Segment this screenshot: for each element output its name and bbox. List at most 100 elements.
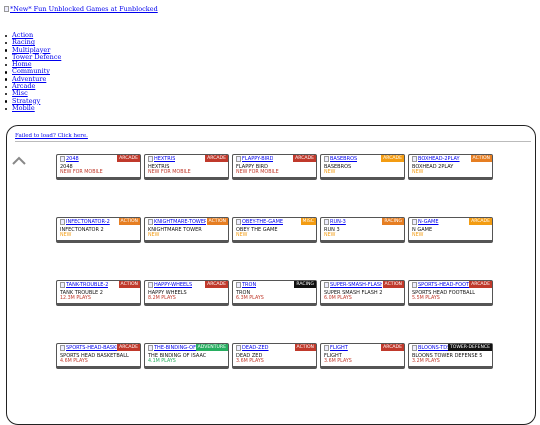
card-bottom-bar [145, 240, 228, 242]
category-badge[interactable]: ARCADE [205, 281, 228, 288]
game-plays: 5.5M PLAYS [412, 296, 440, 301]
game-plays: 12.3M PLAYS [60, 296, 91, 301]
broken-image-icon [324, 345, 329, 351]
card-bottom-bar [57, 240, 140, 242]
game-plays: 3.2M PLAYS [412, 359, 440, 364]
site-logo-alt: *New* Fun Unblocked Games at Funblocked [10, 5, 158, 13]
category-badge[interactable]: ACTION [294, 344, 316, 351]
thumbnail-alt-text: INFECTONATOR-2 [66, 219, 110, 225]
game-plays: NEW [60, 233, 72, 238]
game-card[interactable]: BOXHEAD-2PLAY ACTION BOXHEAD 2PLAY NEW [408, 154, 493, 180]
card-bottom-bar [409, 366, 492, 368]
thumbnail-alt-text: FLIGHT [330, 345, 348, 351]
game-plays: 4.6M PLAYS [60, 359, 88, 364]
category-badge[interactable]: ACTION [382, 281, 404, 288]
category-badge[interactable]: ARCADE [381, 155, 404, 162]
category-badge[interactable]: ACTION [470, 155, 492, 162]
card-bottom-bar [233, 366, 316, 368]
card-bottom-bar [321, 177, 404, 179]
broken-image-icon [148, 219, 153, 225]
card-bottom-bar [57, 303, 140, 305]
game-plays: NEW [324, 170, 336, 175]
game-card[interactable]: RUN-3 RACING RUN 3 NEW [320, 217, 405, 243]
game-card[interactable]: DEAD-ZED ACTION DEAD ZED 3.6M PLAYS [232, 343, 317, 369]
broken-image-icon [412, 345, 417, 351]
game-plays: NEW FOR MOBILE [148, 170, 191, 175]
card-bottom-bar [409, 303, 492, 305]
broken-image-icon [324, 156, 329, 162]
chevron-up-icon[interactable] [11, 156, 27, 166]
category-nav: Action Racing Multiplayer Tower Defence … [4, 31, 61, 112]
game-card[interactable]: N-GAME ARCADE N GAME NEW [408, 217, 493, 243]
category-badge[interactable]: ACTION [118, 218, 140, 225]
game-plays: NEW FOR MOBILE [60, 170, 103, 175]
broken-image-icon [412, 282, 417, 288]
thumbnail-alt-text: HAPPY-WHEELS [154, 282, 193, 288]
category-badge[interactable]: ARCADE [469, 218, 492, 225]
category-badge[interactable]: RACING [382, 218, 404, 225]
broken-image-icon [60, 156, 65, 162]
category-badge[interactable]: ADVENTURE [195, 344, 228, 351]
game-card[interactable]: KNIGHTMARE-TOWER ACTION KNIGHTMARE TOWER NE… [144, 217, 229, 243]
category-badge[interactable]: ACTION [118, 281, 140, 288]
broken-image-icon [60, 219, 65, 225]
game-card[interactable]: FLIGHT ARCADE FLIGHT 3.6M PLAYS [320, 343, 405, 369]
failed-to-load-notice: Failed to load? Click here. [15, 133, 88, 139]
game-card[interactable]: FLAPPY-BIRD ARCADE FLAPPY BIRD NEW FOR MOBI… [232, 154, 317, 180]
category-badge[interactable]: ARCADE [469, 281, 492, 288]
card-bottom-bar [321, 303, 404, 305]
card-bottom-bar [145, 177, 228, 179]
game-plays: 8.2M PLAYS [148, 296, 176, 301]
game-plays: NEW [412, 170, 424, 175]
thumbnail-alt-text: BLOONS-TD5 [418, 345, 451, 351]
broken-image-icon [236, 282, 241, 288]
broken-image-icon [412, 156, 417, 162]
broken-image-icon [148, 282, 153, 288]
category-badge[interactable]: MISC [300, 218, 316, 225]
broken-image-icon [324, 282, 329, 288]
game-card[interactable]: BASEBROS ARCADE BASEBROS NEW [320, 154, 405, 180]
game-card[interactable]: TRON RACING TRON 6.3M PLAYS [232, 280, 317, 306]
site-logo-link[interactable]: *New* Fun Unblocked Games at Funblocked [4, 5, 158, 13]
card-bottom-bar [145, 303, 228, 305]
thumbnail-alt-text: FLAPPY-BIRD [242, 156, 274, 162]
thumbnail-alt-text: 2048 [66, 156, 79, 162]
broken-image-icon [148, 345, 153, 351]
category-badge[interactable]: ARCADE [381, 344, 404, 351]
thumbnail-alt-text: BASEBROS [330, 156, 358, 162]
category-badge[interactable]: ARCADE [293, 155, 316, 162]
category-badge[interactable]: TOWER-DEFENCE [447, 344, 492, 351]
nav-link[interactable]: Mobile [12, 104, 35, 112]
game-card[interactable]: 2048 ARCADE 2048 NEW FOR MOBILE [56, 154, 141, 180]
game-card[interactable]: HEXTRIS ARCADE HEXTRIS NEW FOR MOBILE [144, 154, 229, 180]
game-card[interactable]: TANK-TROUBLE-2 ACTION TANK TROUBLE 2 12.3M … [56, 280, 141, 306]
thumbnail-alt-text: DEAD-ZED [242, 345, 269, 351]
broken-image-icon [60, 282, 65, 288]
game-plays: NEW [412, 233, 424, 238]
game-card[interactable]: OBEY-THE-GAME MISC OBEY THE GAME NEW [232, 217, 317, 243]
card-bottom-bar [233, 303, 316, 305]
failed-to-load-link[interactable]: Failed to load? Click here. [15, 133, 88, 139]
game-card[interactable]: INFECTONATOR-2 ACTION INFECTONATOR 2 NEW [56, 217, 141, 243]
game-plays: 6.3M PLAYS [236, 296, 264, 301]
broken-image-icon [148, 156, 153, 162]
thumbnail-alt-text: TRON [242, 282, 257, 288]
game-card[interactable]: THE-BINDING-OF-ISAACADVENTURETHE BINDING… [144, 343, 229, 369]
category-badge[interactable]: ACTION [206, 218, 228, 225]
game-card[interactable]: BLOONS-TD5 TOWER-DEFENCE BLOONS TOWER DEFE… [408, 343, 493, 369]
thumbnail-alt-text: OBEY-THE-GAME [242, 219, 284, 225]
game-card[interactable]: SPORTS-HEAD-FOOTBALLARCADESPORTS HEAD FO… [408, 280, 493, 306]
category-badge[interactable]: ARCADE [205, 155, 228, 162]
game-card[interactable]: SUPER-SMASH-FLASH-2ACTIONSUPER SMASH FLA… [320, 280, 405, 306]
game-card[interactable]: SPORTS-HEAD-BASKETBALLARCADESPORTS HEAD … [56, 343, 141, 369]
thumbnail-alt-text: SUPER-SMASH-FLASH-2 [330, 282, 382, 288]
category-badge[interactable]: ARCADE [117, 155, 140, 162]
nav-item-mobile[interactable]: Mobile [4, 104, 61, 112]
thumbnail-alt-text: SPORTS-HEAD-BASKETBALL [66, 345, 118, 351]
game-card[interactable]: HAPPY-WHEELS ARCADE HAPPY WHEELS 8.2M PLAYS [144, 280, 229, 306]
category-badge[interactable]: RACING [294, 281, 316, 288]
thumbnail-alt-text: RUN-3 [330, 219, 346, 225]
thumbnail-alt-text: BOXHEAD-2PLAY [418, 156, 460, 162]
broken-image-icon [412, 219, 417, 225]
category-badge[interactable]: ARCADE [117, 344, 140, 351]
